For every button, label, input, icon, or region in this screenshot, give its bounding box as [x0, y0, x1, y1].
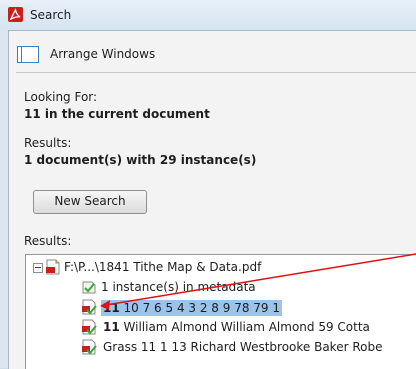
tree-item-row[interactable]: 1 instance(s) in metadata: [26, 277, 416, 297]
pdf-result-icon: [82, 299, 97, 315]
results-summary-value: 1 document(s) with 29 instance(s): [24, 153, 257, 167]
item-text: William Almond William Almond 59 Cotta: [119, 320, 370, 334]
item-bold: 11: [103, 320, 120, 334]
looking-for-label: Looking For:: [24, 90, 98, 104]
item-bold: 11: [103, 301, 120, 315]
pdf-result-icon: [82, 339, 97, 355]
new-search-button[interactable]: New Search: [33, 190, 147, 214]
search-window: Search Arrange Windows Looking For: 11 i…: [0, 0, 416, 369]
item-text: 10 7 6 5 4 3 2 8 9 78 79 1: [119, 301, 280, 315]
arrange-windows-label: Arrange Windows: [50, 47, 156, 61]
window-title: Search: [30, 8, 72, 22]
tree-item-row[interactable]: Grass 11 1 13 Richard Westbrooke Baker R…: [26, 337, 416, 357]
pdf-result-icon: [82, 319, 97, 335]
item-text: Grass 11 1 13 Richard Westbrooke Baker R…: [103, 340, 383, 354]
arrange-windows-icon: [17, 46, 39, 63]
item-text: 1 instance(s) in metadata: [101, 280, 256, 294]
tree-item-row-selected[interactable]: 11 10 7 6 5 4 3 2 8 9 78 79 1: [26, 297, 416, 317]
looking-for-value: 11 in the current document: [24, 107, 210, 121]
title-bar[interactable]: Search: [0, 0, 416, 30]
document-path: F:\P...\1841 Tithe Map & Data.pdf: [64, 260, 262, 274]
pdf-document-icon: [46, 259, 60, 275]
results-tree-label: Results:: [24, 234, 72, 248]
divider: [16, 72, 416, 73]
results-summary-label: Results:: [24, 136, 72, 150]
tree-document-row[interactable]: F:\P...\1841 Tithe Map & Data.pdf: [26, 257, 416, 277]
collapse-icon[interactable]: [33, 263, 43, 273]
acrobat-icon: [8, 7, 23, 22]
metadata-icon: [82, 281, 96, 294]
results-tree[interactable]: F:\P...\1841 Tithe Map & Data.pdf 1 inst…: [25, 254, 416, 369]
tree-item-row[interactable]: 11 William Almond William Almond 59 Cott…: [26, 317, 416, 337]
